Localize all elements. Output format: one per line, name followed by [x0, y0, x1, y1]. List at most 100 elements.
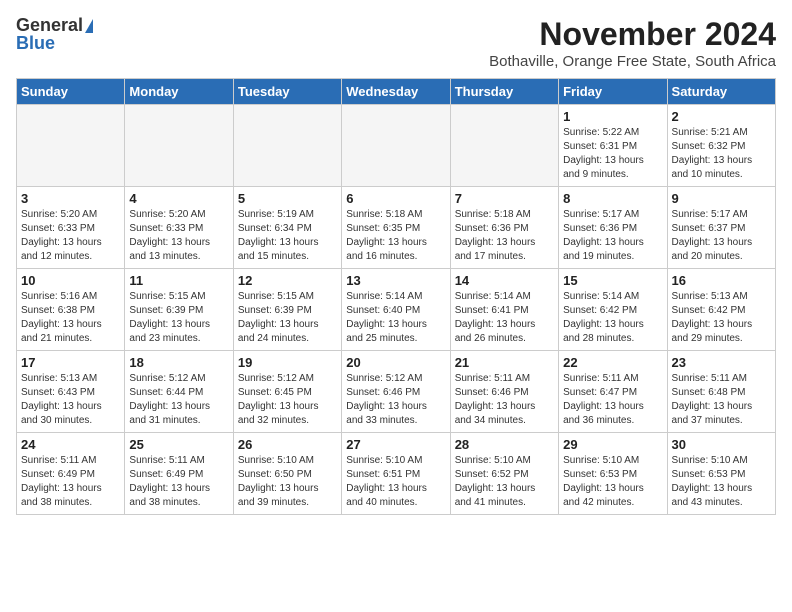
cell-info: Sunrise: 5:13 AM Sunset: 6:42 PM Dayligh…: [672, 290, 771, 346]
calendar-week-row: 1 Sunrise: 5:22 AM Sunset: 6:31 PM Daylig…: [17, 105, 776, 187]
logo-general-text: General: [16, 16, 93, 34]
col-header-monday: Monday: [125, 79, 233, 105]
col-header-wednesday: Wednesday: [342, 79, 450, 105]
calendar-cell: 30 Sunrise: 5:10 AM Sunset: 6:53 PM Dayli…: [667, 433, 775, 515]
calendar-cell: 21Sunrise: 5:11 AM Sunset: 6:46 PM Dayli…: [450, 351, 558, 433]
cell-info: Sunrise: 5:17 AM Sunset: 6:37 PM Dayligh…: [672, 208, 771, 264]
day-number: 24: [21, 437, 120, 452]
cell-info: Sunrise: 5:15 AM Sunset: 6:39 PM Dayligh…: [129, 290, 228, 346]
cell-info: Sunrise: 5:20 AM Sunset: 6:33 PM Dayligh…: [129, 208, 228, 264]
calendar-cell: 4 Sunrise: 5:20 AM Sunset: 6:33 PM Daylig…: [125, 187, 233, 269]
col-header-thursday: Thursday: [450, 79, 558, 105]
cell-info: Sunrise: 5:17 AM Sunset: 6:36 PM Dayligh…: [563, 208, 662, 264]
calendar-cell: 20Sunrise: 5:12 AM Sunset: 6:46 PM Dayli…: [342, 351, 450, 433]
calendar-cell: 7Sunrise: 5:18 AM Sunset: 6:36 PM Daylig…: [450, 187, 558, 269]
calendar-cell: 28 Sunrise: 5:10 AM Sunset: 6:52 PM Dayli…: [450, 433, 558, 515]
page-header: General Blue November 2024 Bothaville, O…: [16, 16, 776, 70]
calendar-cell: 27 Sunrise: 5:10 AM Sunset: 6:51 PM Dayli…: [342, 433, 450, 515]
day-number: 29: [563, 437, 662, 452]
calendar-cell: 13Sunrise: 5:14 AM Sunset: 6:40 PM Dayli…: [342, 269, 450, 351]
day-number: 15: [563, 273, 662, 288]
calendar-week-row: 3 Sunrise: 5:20 AM Sunset: 6:33 PM Daylig…: [17, 187, 776, 269]
cell-info: Sunrise: 5:11 AM Sunset: 6:49 PM Dayligh…: [129, 454, 228, 510]
cell-info: Sunrise: 5:18 AM Sunset: 6:36 PM Dayligh…: [455, 208, 554, 264]
calendar-cell: 22 Sunrise: 5:11 AM Sunset: 6:47 PM Dayli…: [559, 351, 667, 433]
cell-info: Sunrise: 5:12 AM Sunset: 6:45 PM Dayligh…: [238, 372, 337, 428]
logo-blue-text: Blue: [16, 34, 55, 52]
calendar-cell: 5 Sunrise: 5:19 AM Sunset: 6:34 PM Daylig…: [233, 187, 341, 269]
calendar-cell: 2Sunrise: 5:21 AM Sunset: 6:32 PM Daylig…: [667, 105, 775, 187]
cell-info: Sunrise: 5:11 AM Sunset: 6:47 PM Dayligh…: [563, 372, 662, 428]
calendar-cell: 24 Sunrise: 5:11 AM Sunset: 6:49 PM Dayli…: [17, 433, 125, 515]
cell-info: Sunrise: 5:11 AM Sunset: 6:48 PM Dayligh…: [672, 372, 771, 428]
cell-info: Sunrise: 5:10 AM Sunset: 6:52 PM Dayligh…: [455, 454, 554, 510]
calendar-cell: 17 Sunrise: 5:13 AM Sunset: 6:43 PM Dayli…: [17, 351, 125, 433]
day-number: 28: [455, 437, 554, 452]
cell-info: Sunrise: 5:14 AM Sunset: 6:40 PM Dayligh…: [346, 290, 445, 346]
title-block: November 2024 Bothaville, Orange Free St…: [489, 16, 776, 70]
day-number: 18: [129, 355, 228, 370]
day-number: 11: [129, 273, 228, 288]
day-number: 23: [672, 355, 771, 370]
cell-info: Sunrise: 5:11 AM Sunset: 6:49 PM Dayligh…: [21, 454, 120, 510]
day-number: 22: [563, 355, 662, 370]
calendar-header-row: SundayMondayTuesdayWednesdayThursdayFrid…: [17, 79, 776, 105]
calendar-cell: 26 Sunrise: 5:10 AM Sunset: 6:50 PM Dayli…: [233, 433, 341, 515]
calendar-cell: 9 Sunrise: 5:17 AM Sunset: 6:37 PM Daylig…: [667, 187, 775, 269]
day-number: 10: [21, 273, 120, 288]
calendar-cell: 16Sunrise: 5:13 AM Sunset: 6:42 PM Dayli…: [667, 269, 775, 351]
day-number: 12: [238, 273, 337, 288]
cell-info: Sunrise: 5:13 AM Sunset: 6:43 PM Dayligh…: [21, 372, 120, 428]
month-title: November 2024: [489, 16, 776, 53]
day-number: 17: [21, 355, 120, 370]
day-number: 3: [21, 191, 120, 206]
day-number: 5: [238, 191, 337, 206]
calendar-cell: [233, 105, 341, 187]
cell-info: Sunrise: 5:10 AM Sunset: 6:50 PM Dayligh…: [238, 454, 337, 510]
day-number: 4: [129, 191, 228, 206]
calendar-cell: 6 Sunrise: 5:18 AM Sunset: 6:35 PM Daylig…: [342, 187, 450, 269]
day-number: 20: [346, 355, 445, 370]
calendar-cell: [450, 105, 558, 187]
calendar-cell: 10 Sunrise: 5:16 AM Sunset: 6:38 PM Dayli…: [17, 269, 125, 351]
calendar-cell: 8Sunrise: 5:17 AM Sunset: 6:36 PM Daylig…: [559, 187, 667, 269]
calendar-table: SundayMondayTuesdayWednesdayThursdayFrid…: [16, 78, 776, 515]
cell-info: Sunrise: 5:20 AM Sunset: 6:33 PM Dayligh…: [21, 208, 120, 264]
calendar-cell: 12 Sunrise: 5:15 AM Sunset: 6:39 PM Dayli…: [233, 269, 341, 351]
day-number: 9: [672, 191, 771, 206]
cell-info: Sunrise: 5:21 AM Sunset: 6:32 PM Dayligh…: [672, 126, 771, 182]
cell-info: Sunrise: 5:14 AM Sunset: 6:42 PM Dayligh…: [563, 290, 662, 346]
calendar-cell: 1 Sunrise: 5:22 AM Sunset: 6:31 PM Daylig…: [559, 105, 667, 187]
col-header-saturday: Saturday: [667, 79, 775, 105]
cell-info: Sunrise: 5:19 AM Sunset: 6:34 PM Dayligh…: [238, 208, 337, 264]
cell-info: Sunrise: 5:22 AM Sunset: 6:31 PM Dayligh…: [563, 126, 662, 182]
calendar-cell: 18 Sunrise: 5:12 AM Sunset: 6:44 PM Dayli…: [125, 351, 233, 433]
cell-info: Sunrise: 5:15 AM Sunset: 6:39 PM Dayligh…: [238, 290, 337, 346]
cell-info: Sunrise: 5:10 AM Sunset: 6:53 PM Dayligh…: [672, 454, 771, 510]
location-subtitle: Bothaville, Orange Free State, South Afr…: [489, 53, 776, 70]
day-number: 19: [238, 355, 337, 370]
cell-info: Sunrise: 5:11 AM Sunset: 6:46 PM Dayligh…: [455, 372, 554, 428]
calendar-cell: 23 Sunrise: 5:11 AM Sunset: 6:48 PM Dayli…: [667, 351, 775, 433]
day-number: 14: [455, 273, 554, 288]
cell-info: Sunrise: 5:16 AM Sunset: 6:38 PM Dayligh…: [21, 290, 120, 346]
calendar-week-row: 17 Sunrise: 5:13 AM Sunset: 6:43 PM Dayli…: [17, 351, 776, 433]
calendar-week-row: 10 Sunrise: 5:16 AM Sunset: 6:38 PM Dayli…: [17, 269, 776, 351]
logo-triangle-icon: [85, 19, 93, 33]
cell-info: Sunrise: 5:10 AM Sunset: 6:51 PM Dayligh…: [346, 454, 445, 510]
cell-info: Sunrise: 5:14 AM Sunset: 6:41 PM Dayligh…: [455, 290, 554, 346]
cell-info: Sunrise: 5:12 AM Sunset: 6:44 PM Dayligh…: [129, 372, 228, 428]
day-number: 30: [672, 437, 771, 452]
day-number: 1: [563, 109, 662, 124]
calendar-cell: 19 Sunrise: 5:12 AM Sunset: 6:45 PM Dayli…: [233, 351, 341, 433]
calendar-cell: 11 Sunrise: 5:15 AM Sunset: 6:39 PM Dayli…: [125, 269, 233, 351]
day-number: 27: [346, 437, 445, 452]
day-number: 26: [238, 437, 337, 452]
col-header-sunday: Sunday: [17, 79, 125, 105]
cell-info: Sunrise: 5:18 AM Sunset: 6:35 PM Dayligh…: [346, 208, 445, 264]
cell-info: Sunrise: 5:10 AM Sunset: 6:53 PM Dayligh…: [563, 454, 662, 510]
calendar-cell: [17, 105, 125, 187]
calendar-cell: 15 Sunrise: 5:14 AM Sunset: 6:42 PM Dayli…: [559, 269, 667, 351]
day-number: 6: [346, 191, 445, 206]
col-header-friday: Friday: [559, 79, 667, 105]
